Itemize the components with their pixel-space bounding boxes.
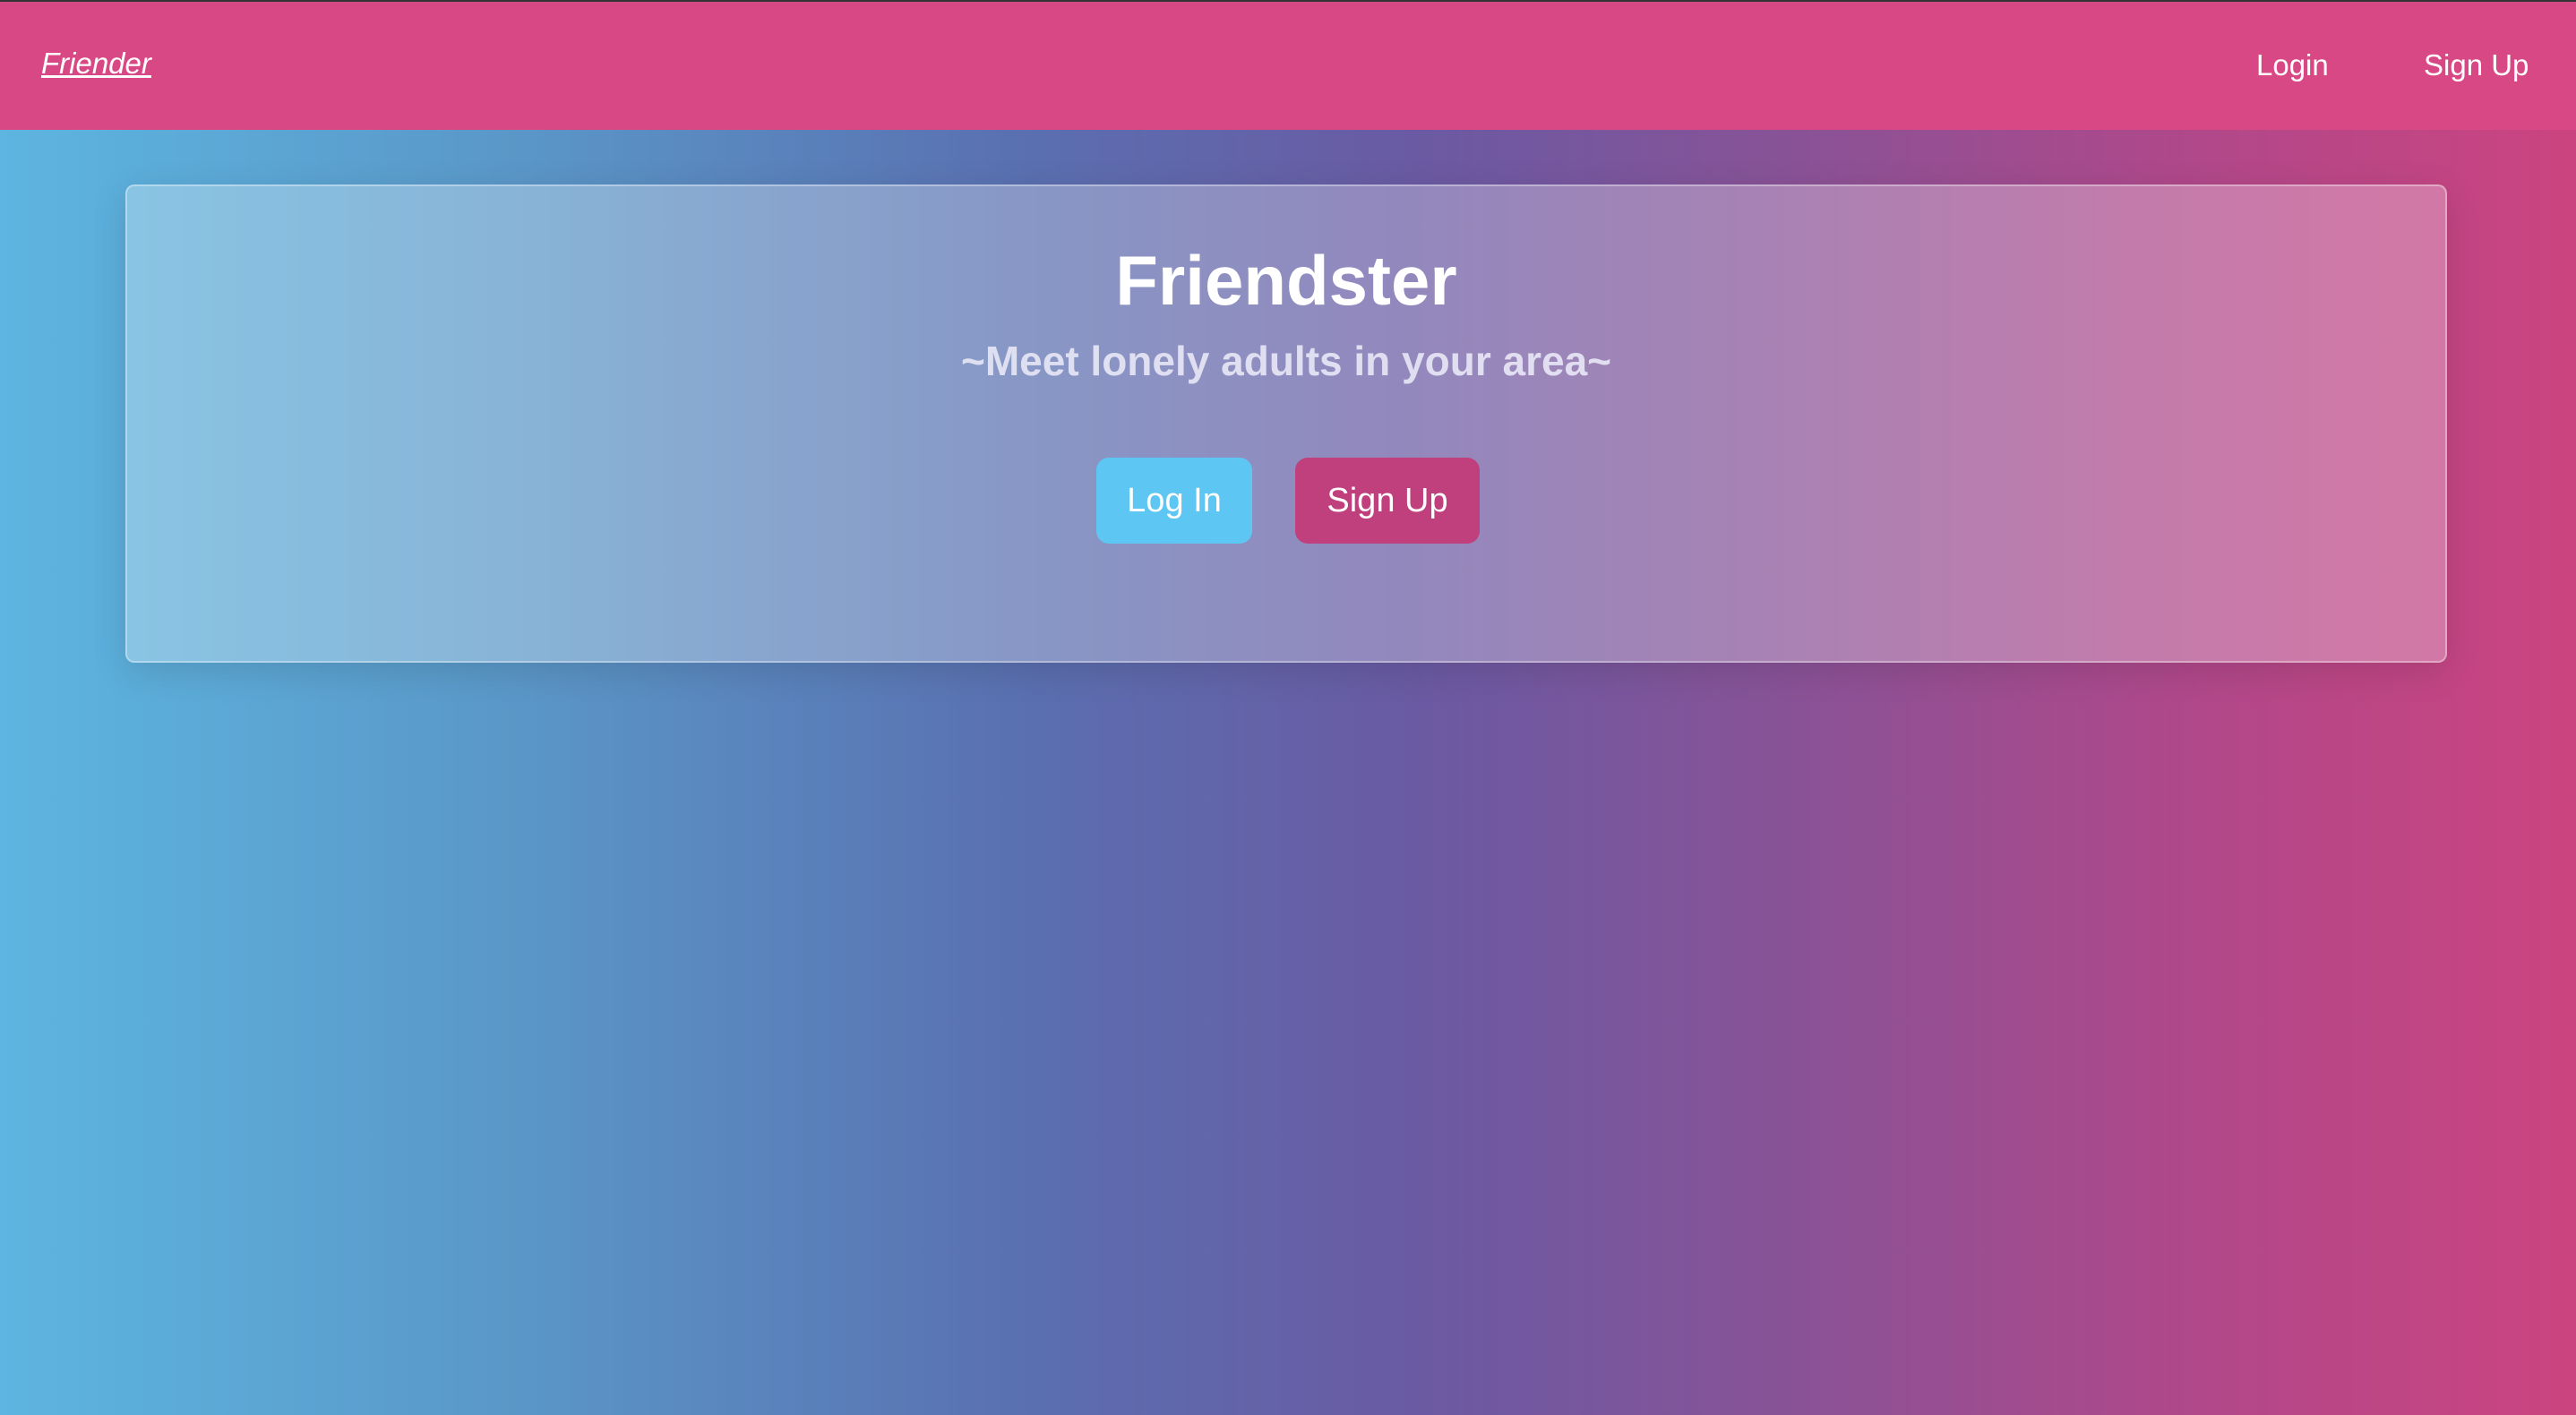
nav-login-link[interactable]: Login — [2256, 48, 2329, 82]
login-button[interactable]: Log In — [1096, 458, 1252, 544]
page-title: Friendster — [1115, 241, 1457, 320]
nav-signup-link[interactable]: Sign Up — [2424, 48, 2529, 82]
page-subtitle: ~Meet lonely adults in your area~ — [960, 338, 1612, 384]
top-navbar: Friender Login Sign Up — [0, 0, 2576, 130]
hero-card: Friendster ~Meet lonely adults in your a… — [125, 184, 2447, 663]
signup-button[interactable]: Sign Up — [1295, 458, 1480, 544]
brand-link[interactable]: Friender — [41, 47, 151, 81]
